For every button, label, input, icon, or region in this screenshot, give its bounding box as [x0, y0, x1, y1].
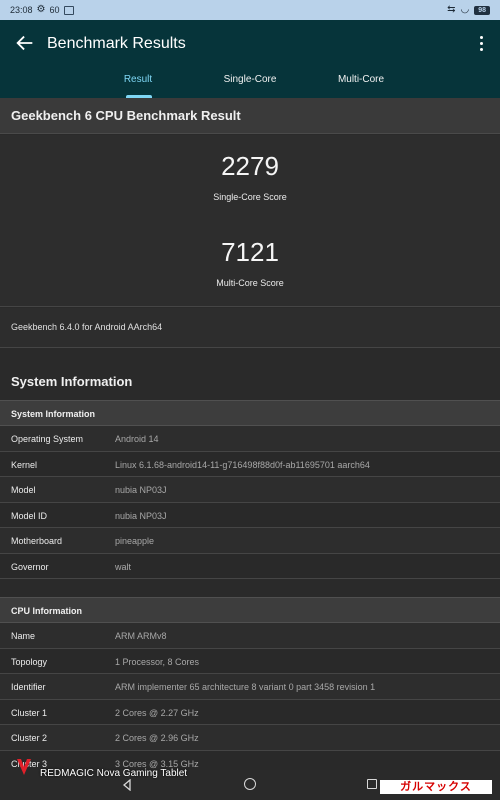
row-key: Topology [11, 656, 48, 667]
multi-core-score: 7121 [221, 237, 279, 267]
row-key: Cluster 2 [11, 733, 48, 743]
back-arrow-icon[interactable] [14, 32, 36, 54]
vibrate-icon: ⇆ [447, 4, 456, 15]
row-value: nubia NP03J [115, 485, 167, 495]
row-value: 2 Cores @ 2.96 GHz [115, 733, 199, 743]
status-bar: 23:08 ⚙ 60 ⇆ ◡ 98 [0, 0, 500, 20]
more-options-icon[interactable] [474, 32, 488, 54]
row-key: Motherboard [11, 536, 63, 546]
battery-indicator: 98 [474, 5, 490, 15]
table-row: Cluster 2 2 Cores @ 2.96 GHz [0, 725, 500, 751]
table-row: Name ARM ARMv8 [0, 623, 500, 649]
row-key: Identifier [11, 682, 46, 692]
nav-recents-icon[interactable] [367, 779, 377, 789]
row-value: 1 Processor, 8 Cores [115, 656, 200, 667]
table-row: Motherboard pineapple [0, 528, 500, 554]
row-value: 3 Cores @ 3.15 GHz [115, 758, 199, 769]
score-block: 2279 Single-Core Score 7121 Multi-Core S… [0, 135, 500, 307]
result-header: Geekbench 6 CPU Benchmark Result [0, 98, 500, 134]
watermark-brand-logo: ガルマックス [380, 780, 492, 794]
tab-result[interactable]: Result [100, 74, 176, 85]
row-key: Model ID [11, 510, 48, 521]
redmagic-logo-icon [17, 759, 31, 775]
single-core-label: Single-Core Score [213, 192, 287, 202]
multi-core-label: Multi-Core Score [216, 278, 284, 288]
tab-single-core[interactable]: Single-Core [204, 74, 296, 85]
table-header-label: CPU Information [11, 606, 82, 616]
row-value: walt [115, 561, 132, 572]
table-header: CPU Information [0, 597, 500, 623]
table-row: Identifier ARM implementer 65 architectur… [0, 674, 500, 700]
table-header-label: System Information [11, 409, 96, 419]
status-time: 23:08 [10, 5, 33, 15]
section-title: System Information [11, 374, 133, 389]
row-value: ARM implementer 65 architecture 8 varian… [115, 682, 376, 692]
section-spacer [0, 580, 500, 597]
settings-icon: ⚙ [36, 4, 46, 15]
row-key: Operating System [11, 434, 84, 444]
row-value: Linux 6.1.68-android14-11-g716498f88d0f-… [115, 459, 370, 470]
single-core-score: 2279 [221, 151, 279, 181]
nav-back-icon[interactable] [121, 779, 133, 791]
result-title: Geekbench 6 CPU Benchmark Result [11, 108, 241, 123]
cpu-information-table: CPU Information Name ARM ARMv8 Topology 1 … [0, 597, 500, 776]
app-bar: Benchmark Results Result Single-Core Mul… [0, 20, 500, 98]
table-header: System Information [0, 400, 500, 426]
row-value: 2 Cores @ 2.27 GHz [115, 707, 199, 718]
row-value: ARM ARMv8 [115, 631, 167, 641]
nav-home-icon[interactable] [244, 778, 256, 790]
version-row: Geekbench 6.4.0 for Android AArch64 [0, 308, 500, 348]
table-row: Cluster 1 2 Cores @ 2.27 GHz [0, 699, 500, 725]
watermark-device: REDMAGIC Nova Gaming Tablet [40, 768, 188, 779]
row-value: pineapple [115, 536, 155, 546]
row-key: Kernel [11, 459, 38, 470]
table-row: Kernel Linux 6.1.68-android14-11-g716498f… [0, 451, 500, 477]
system-information-table: System Information Operating System Andro… [0, 400, 500, 579]
table-row: Model ID nubia NP03J [0, 502, 500, 528]
row-key: Cluster 1 [11, 707, 48, 718]
tab-multi-core[interactable]: Multi-Core [318, 74, 404, 85]
table-row: Governor walt [0, 553, 500, 579]
row-key: Model [11, 485, 36, 495]
table-row: Model nubia NP03J [0, 477, 500, 503]
refresh-rate: 60 [49, 5, 60, 15]
wifi-icon: ◡ [460, 4, 470, 15]
app-title: Benchmark Results [47, 35, 186, 52]
version-text: Geekbench 6.4.0 for Android AArch64 [11, 322, 163, 332]
tab-bar: Result Single-Core Multi-Core [0, 74, 500, 98]
table-row: Topology 1 Processor, 8 Cores [0, 648, 500, 674]
system-information-section: System Information [0, 348, 500, 400]
table-row: Operating System Android 14 [0, 426, 500, 452]
row-key: Governor [11, 561, 49, 572]
row-key: Name [11, 631, 36, 641]
row-value: nubia NP03J [115, 510, 167, 521]
notification-icon [63, 5, 74, 15]
row-value: Android 14 [115, 434, 159, 444]
